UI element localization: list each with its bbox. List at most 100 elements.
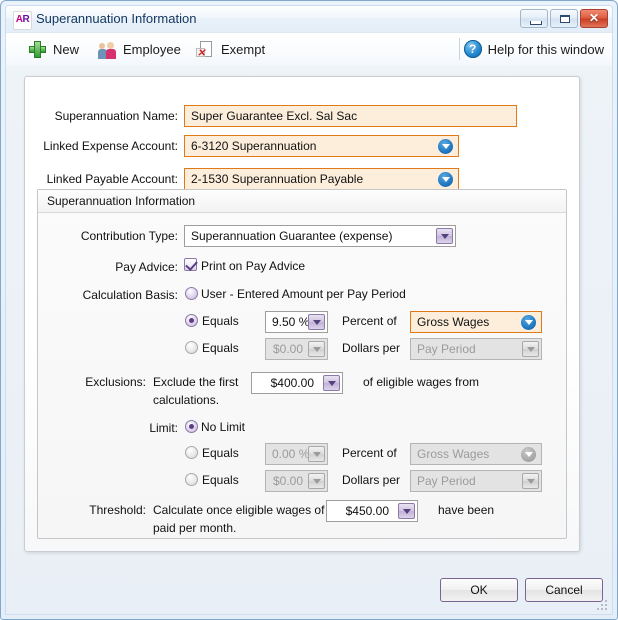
exclusions-suffix-label: of eligible wages from [363,375,480,389]
window-title: Superannuation Information [36,11,197,26]
limit-percent-of-value: Gross Wages [417,447,490,461]
chevron-down-icon[interactable] [308,314,325,330]
cancel-button[interactable]: Cancel [525,578,603,602]
threshold-prefix-label: Calculate once eligible wages of [153,503,325,517]
calc-basis-dollars-radio[interactable] [185,341,198,354]
exempt-button[interactable]: ✕ Exempt [192,37,269,61]
calculation-basis-label: Calculation Basis: [82,288,178,302]
toolbar-divider [459,38,460,60]
calc-dollars-input[interactable]: $0.00 [265,338,328,360]
print-on-pay-advice-label: Print on Pay Advice [201,259,306,273]
calc-percent-of-label: Percent of [342,314,397,328]
superannuation-information-group: Superannuation Information Contribution … [37,189,567,539]
help-icon: ? [463,40,482,58]
limit-percent-value: 0.00 % [272,447,310,461]
calc-basis-percent-radio[interactable] [185,314,198,327]
chevron-down-icon[interactable] [522,341,539,357]
employee-button[interactable]: Employee [94,37,185,61]
limit-dollars-per-value: Pay Period [417,474,476,488]
calc-percent-of-select[interactable]: Gross Wages [410,311,542,333]
group-title: Superannuation Information [38,190,566,213]
calc-dollars-per-label: Dollars per [342,341,401,355]
chevron-down-icon[interactable] [323,375,340,391]
new-button-label: New [53,41,80,57]
threshold-suffix2-label: paid per month. [153,521,237,535]
plus-icon [28,40,47,59]
help-button-label: Help for this window [487,41,604,57]
limit-no-limit-radio[interactable] [185,420,198,433]
linked-expense-account-input[interactable]: 6-3120 Superannuation [184,135,459,157]
new-button[interactable]: New [24,37,83,61]
maximize-icon [560,15,570,23]
linked-payable-account-input[interactable]: 2-1530 Superannuation Payable [184,168,459,190]
chevron-down-icon[interactable] [438,172,453,187]
chevron-down-icon[interactable] [521,447,536,462]
pay-advice-label: Pay Advice: [115,260,178,274]
limit-percent-of-select[interactable]: Gross Wages [410,443,542,465]
content-area: Superannuation Name: Super Guarantee Exc… [6,66,612,614]
title-bar: AR Superannuation Information ✕ [6,6,612,33]
employee-icon [98,40,117,59]
limit-dollars-per-label: Dollars per [342,473,401,487]
calc-dollars-per-select[interactable]: Pay Period [410,338,542,360]
exclusions-label: Exclusions: [85,375,146,389]
chevron-down-icon[interactable] [521,315,536,330]
limit-percent-input[interactable]: 0.00 % [265,443,328,465]
exclusions-amount-value: $400.00 [270,376,314,390]
resize-grip[interactable] [597,600,608,611]
limit-percent-of-label: Percent of [342,446,397,460]
calc-percent-value: 9.50 % [272,315,310,329]
chevron-down-icon[interactable] [522,473,539,489]
limit-dollars-radio[interactable] [185,473,198,486]
window-inner: AR Superannuation Information ✕ New Empl… [5,5,613,615]
threshold-amount-input[interactable]: $450.00 [326,500,418,522]
linked-expense-account-label: Linked Expense Account: [43,139,178,153]
limit-dollars-equals-label: Equals [202,473,239,487]
exclusions-prefix-label: Exclude the first [153,375,239,389]
contribution-type-value: Superannuation Guarantee (expense) [191,229,393,243]
window-controls: ✕ [520,9,608,28]
chevron-down-icon[interactable] [398,503,415,519]
chevron-down-icon[interactable] [436,228,453,244]
calc-percent-of-value: Gross Wages [417,315,490,329]
limit-dollars-per-select[interactable]: Pay Period [410,470,542,492]
toolbar: New Employee ✕ Exempt ? Help for this wi… [6,33,612,67]
linked-payable-account-label: Linked Payable Account: [46,172,178,186]
exclusions-amount-input[interactable]: $400.00 [251,372,343,394]
ok-button[interactable]: OK [440,578,518,602]
calc-dollars-value: $0.00 [272,342,303,356]
calc-basis-percent-equals-label: Equals [202,314,239,328]
limit-label: Limit: [149,421,178,435]
form-panel: Superannuation Name: Super Guarantee Exc… [24,76,580,552]
chevron-down-icon[interactable] [308,446,325,462]
close-button[interactable]: ✕ [580,9,608,28]
limit-dollars-input[interactable]: $0.00 [265,470,328,492]
maximize-button[interactable] [550,9,578,28]
employee-button-label: Employee [123,41,181,57]
chevron-down-icon[interactable] [308,473,325,489]
linked-expense-account-value: 6-3120 Superannuation [191,139,317,153]
calc-basis-dollars-equals-label: Equals [202,341,239,355]
linked-payable-account-value: 2-1530 Superannuation Payable [191,172,364,186]
contribution-type-label: Contribution Type: [80,229,178,243]
exempt-button-label: Exempt [221,41,266,57]
calc-basis-user-entered-radio[interactable] [185,287,198,300]
calc-percent-input[interactable]: 9.50 % [265,311,328,333]
minimize-button[interactable] [520,9,548,28]
chevron-down-icon[interactable] [308,341,325,357]
contribution-type-select[interactable]: Superannuation Guarantee (expense) [184,225,456,247]
app-icon: AR [13,11,32,30]
calc-basis-user-entered-label: User - Entered Amount per Pay Period [201,287,406,301]
app-window: AR Superannuation Information ✕ New Empl… [0,0,618,620]
close-icon: ✕ [588,11,600,25]
limit-percent-radio[interactable] [185,446,198,459]
minimize-icon [530,21,542,25]
print-on-pay-advice-checkbox[interactable] [184,258,197,271]
limit-no-limit-label: No Limit [201,420,246,434]
threshold-suffix-label: have been [438,503,495,517]
superannuation-name-input[interactable]: Super Guarantee Excl. Sal Sac [184,105,517,127]
superannuation-name-label: Superannuation Name: [54,109,178,123]
threshold-label: Threshold: [89,503,146,517]
help-button[interactable]: ? Help for this window [463,37,604,61]
chevron-down-icon[interactable] [438,139,453,154]
